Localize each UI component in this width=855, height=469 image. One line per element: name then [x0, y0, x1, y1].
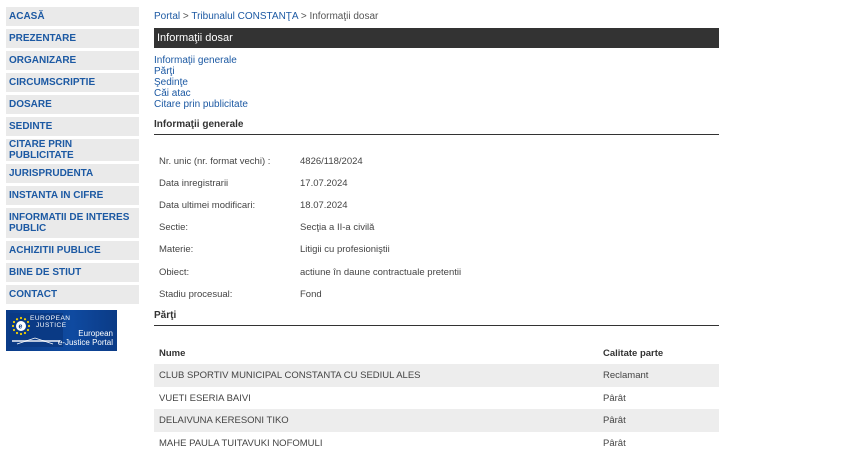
info-label: Obiect: [159, 266, 190, 278]
info-value: Fond [300, 288, 322, 300]
info-row: Materie: Litigii cu profesioniştii [154, 239, 719, 261]
table-row: DELAIVUNA KERESONI TIKO Pârât [154, 409, 719, 432]
nav-contact[interactable]: CONTACT [6, 285, 139, 307]
link-informatii-generale[interactable]: Informaţii generale [154, 55, 719, 66]
party-name: DELAIVUNA KERESONI TIKO [159, 415, 289, 427]
nav-organizare[interactable]: ORGANIZARE [6, 51, 139, 73]
nav-instanta-in-cifre[interactable]: INSTANTA IN CIFRE [6, 186, 139, 208]
main-content: Portal > Tribunalul CONSTANŢA > Informaţ… [154, 7, 719, 454]
party-name: VUETI ESERIA BAIVI [159, 392, 251, 404]
page-title: Informaţii dosar [154, 28, 719, 48]
info-row: Obiect: actiune în daune contractuale pr… [154, 261, 719, 283]
section-links: Informaţii generale Părţi Şedinţe Căi at… [154, 55, 719, 110]
party-name: MAHE PAULA TUITAVUKI NOFOMULI [159, 437, 323, 449]
breadcrumb-portal-link[interactable]: Portal [154, 11, 180, 22]
info-value: Secţia a II-a civilă [300, 222, 375, 234]
nav-jurisprudenta[interactable]: JURISPRUDENTA [6, 164, 139, 186]
party-name: CLUB SPORTIV MUNICIPAL CONSTANTA CU SEDI… [159, 370, 421, 382]
table-row: VUETI ESERIA BAIVI Pârât [154, 387, 719, 410]
nav-bine-de-stiut[interactable]: BINE DE STIUT [6, 263, 139, 285]
nav-circumscriptie[interactable]: CIRCUMSCRIPTIE [6, 73, 139, 95]
info-value: 4826/118/2024 [300, 155, 363, 167]
info-label: Nr. unic (nr. format vechi) : [159, 155, 271, 167]
info-row: Data ultimei modificari: 18.07.2024 [154, 194, 719, 216]
info-label: Stadiu procesual: [159, 288, 233, 300]
info-row: Sectie: Secţia a II-a civilă [154, 217, 719, 239]
table-header: Nume Calitate parte [154, 342, 719, 364]
parti-heading: Părţi [154, 310, 719, 327]
column-header-nume: Nume [159, 347, 186, 359]
logo-text-european: EUROPEAN [30, 315, 71, 322]
nav-citare-prin-publicitate[interactable]: CITARE PRIN PUBLICITATE [6, 139, 139, 164]
link-citare-prin-publicitate[interactable]: Citare prin publicitate [154, 99, 719, 110]
breadcrumb-tribunal-link[interactable]: Tribunalul CONSTANŢA [191, 11, 298, 22]
link-parti[interactable]: Părţi [154, 66, 719, 77]
table-row: MAHE PAULA TUITAVUKI NOFOMULI Pârât [154, 432, 719, 455]
banner-text-line1: European [78, 329, 113, 338]
sidebar-nav: ACASĂ PREZENTARE ORGANIZARE CIRCUMSCRIPT… [6, 7, 139, 351]
info-generale-table: Nr. unic (nr. format vechi) : 4826/118/2… [154, 150, 719, 305]
info-row: Nr. unic (nr. format vechi) : 4826/118/2… [154, 150, 719, 172]
info-generale-heading: Informaţii generale [154, 119, 719, 135]
table-row: CLUB SPORTIV MUNICIPAL CONSTANTA CU SEDI… [154, 364, 719, 387]
nav-achizitii-publice[interactable]: ACHIZITII PUBLICE [6, 241, 139, 263]
e-justice-portal-banner[interactable]: e EUROPEAN JUSTICE European e-Justice Po… [6, 310, 117, 351]
info-label: Materie: [159, 244, 194, 256]
nav-informatii-de-interes-public[interactable]: INFORMATII DE INTERES PUBLIC [6, 208, 139, 241]
party-role: Pârât [603, 437, 626, 449]
party-role: Reclamant [603, 370, 649, 382]
party-role: Pârât [603, 392, 626, 404]
nav-acasa[interactable]: ACASĂ [6, 7, 139, 29]
column-header-calitate: Calitate parte [603, 347, 664, 359]
info-label: Data ultimei modificari: [159, 199, 256, 211]
party-role: Pârât [603, 415, 626, 427]
info-value: actiune în daune contractuale pretentii [300, 266, 462, 278]
parti-table: Nume Calitate parte CLUB SPORTIV MUNICIP… [154, 342, 719, 454]
info-value: Litigii cu profesioniştii [300, 244, 390, 256]
nav-dosare[interactable]: DOSARE [6, 95, 139, 117]
breadcrumb-current: Informaţii dosar [309, 11, 379, 22]
logo-text-justice: JUSTICE [36, 322, 67, 329]
breadcrumb: Portal > Tribunalul CONSTANŢA > Informaţ… [154, 7, 719, 27]
info-value: 17.07.2024 [300, 177, 348, 189]
banner-text-line2: e-Justice Portal [57, 338, 113, 347]
nav-sedinte[interactable]: SEDINTE [6, 117, 139, 139]
link-sedinte[interactable]: Şedinţe [154, 77, 719, 88]
info-row: Stadiu procesual: Fond [154, 283, 719, 305]
info-value: 18.07.2024 [300, 199, 348, 211]
nav-prezentare[interactable]: PREZENTARE [6, 29, 139, 51]
info-label: Sectie: [159, 222, 189, 234]
svg-text:e: e [19, 324, 23, 331]
e-justice-banner-text: European e-Justice Portal [58, 329, 113, 347]
link-cai-atac[interactable]: Căi atac [154, 88, 719, 99]
info-label: Data inregistrarii [159, 177, 229, 189]
info-row: Data inregistrarii 17.07.2024 [154, 172, 719, 194]
